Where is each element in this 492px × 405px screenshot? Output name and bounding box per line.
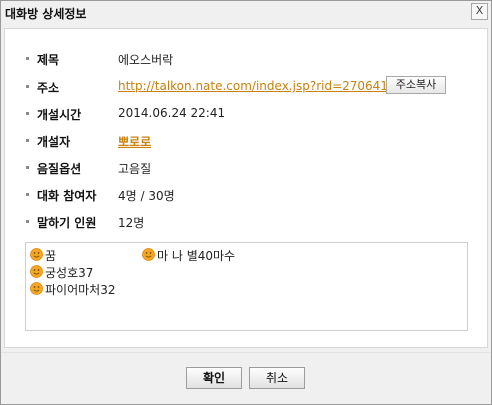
participant-name: 꿈 (45, 249, 57, 263)
detail-row-address: 주소 http://talkon.nate.com/index.jsp?rid=… (5, 76, 489, 95)
bullet-icon (26, 112, 29, 115)
smiley-face-icon (30, 248, 43, 261)
bullet-icon (26, 166, 29, 169)
detail-label: 제목 (37, 53, 60, 67)
ok-button[interactable]: 확인 (186, 367, 242, 389)
dialog-window: 대화방 상세정보 X 제목 에오스버락 주소 http://talkon.nat… (0, 0, 492, 405)
creator-link[interactable]: 뽀로로 (118, 133, 151, 150)
audio-option-value: 고음질 (118, 162, 152, 176)
participant-list: 꿈 마 나 별40마수 궁성호37 파이어마처32 (25, 242, 468, 331)
title-bar: 대화방 상세정보 X (1, 1, 491, 23)
created-time-value: 2014.06.24 22:41 (118, 106, 226, 120)
detail-label: 개설자 (37, 135, 71, 149)
detail-label: 음질옵션 (37, 162, 82, 176)
bullet-icon (26, 220, 29, 223)
detail-label: 말하기 인원 (37, 216, 97, 230)
speaker-count-value: 12명 (118, 216, 145, 230)
detail-label: 주소 (37, 81, 60, 95)
dialog-title: 대화방 상세정보 (5, 7, 87, 21)
close-button[interactable]: X (471, 3, 488, 20)
participant-name: 궁성호37 (45, 266, 94, 280)
room-address-link[interactable]: http://talkon.nate.com/index.jsp?rid=270… (118, 79, 403, 93)
cancel-button[interactable]: 취소 (249, 367, 305, 389)
bullet-icon (26, 85, 29, 88)
close-icon: X (475, 4, 484, 17)
details-panel: 제목 에오스버락 주소 http://talkon.nate.com/index… (4, 28, 488, 348)
footer-divider (1, 352, 491, 353)
detail-label: 대화 참여자 (37, 189, 97, 203)
smiley-face-icon (30, 265, 43, 278)
copy-address-button[interactable]: 주소복사 (386, 76, 446, 94)
participant-name: 마 나 별40마수 (157, 249, 236, 263)
participant-count-value: 4명 / 30명 (118, 189, 175, 203)
detail-label: 개설시간 (37, 108, 82, 122)
smiley-face-icon (30, 282, 43, 295)
participant-name: 파이어마처32 (45, 283, 116, 297)
bullet-icon (26, 57, 29, 60)
bullet-icon (26, 193, 29, 196)
room-title-value: 에오스버락 (118, 53, 174, 67)
smiley-face-icon (142, 248, 155, 261)
bullet-icon (26, 139, 29, 142)
